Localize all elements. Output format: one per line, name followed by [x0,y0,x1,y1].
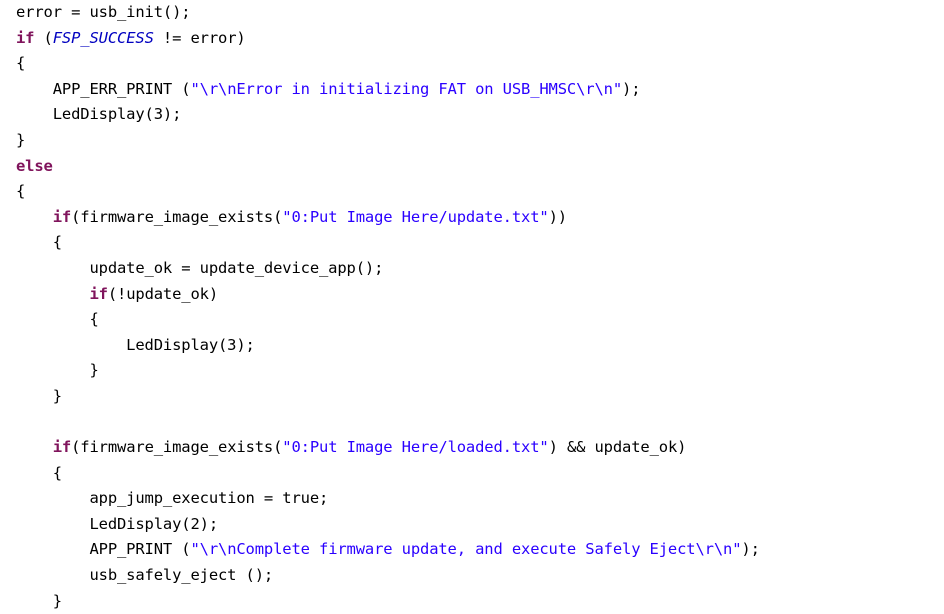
code-token-string: "0:Put Image Here/loaded.txt" [282,438,549,457]
code-token-plain: usb_safely_eject (); [16,566,274,585]
code-token-plain: error = usb_init(); [16,3,191,21]
code-token-plain: (firmware_image_exists( [71,207,283,226]
code-line[interactable]: usb_safely_eject (); [0,563,944,589]
code-token-string: "0:Put Image Here/update.txt" [282,207,549,226]
code-token-plain: ); [622,79,641,98]
code-line[interactable]: LedDisplay(3); [0,102,944,128]
code-editor-view[interactable]: error = usb_init();if (FSP_SUCCESS != er… [0,0,944,610]
code-token-plain: ) && update_ok) [548,438,687,457]
code-token-plain: { [16,182,26,201]
code-token-plain: )) [548,207,568,226]
code-line[interactable]: if(firmware_image_exists("0:Put Image He… [0,205,944,231]
code-token-plain: { [16,310,99,329]
code-token-string: "\r\nComplete firmware update, and execu… [190,540,742,559]
code-token-plain: LedDisplay(3); [16,335,255,354]
code-line[interactable]: if(firmware_image_exists("0:Put Image He… [0,435,944,461]
code-line[interactable] [0,410,944,436]
code-token-plain: } [16,130,26,149]
code-token-plain: app_jump_execution = true; [16,489,329,508]
code-token-plain: LedDisplay(3); [16,105,182,124]
code-token-plain: update_ok = update_device_app(); [16,258,384,277]
code-token-blank [16,413,25,431]
code-line[interactable]: } [0,358,944,384]
code-line[interactable]: APP_PRINT ("\r\nComplete firmware update… [0,537,944,563]
code-line[interactable]: else [0,154,944,180]
code-token-keyword: if [89,284,108,303]
code-line[interactable]: update_ok = update_device_app(); [0,256,944,282]
code-token-plain: APP_ERR_PRINT ( [16,79,191,98]
code-line[interactable]: if (FSP_SUCCESS != error) [0,26,944,52]
code-token-plain: } [16,591,62,610]
code-token-plain: != error) [153,28,246,47]
code-token-plain: { [16,233,62,252]
code-line[interactable]: APP_ERR_PRINT ("\r\nError in initializin… [0,77,944,103]
code-token-plain: { [16,54,26,73]
code-token-keyword: if [52,207,72,226]
code-token-macro: FSP_SUCCESS [52,28,154,47]
code-line[interactable]: } [0,128,944,154]
code-line[interactable]: LedDisplay(2); [0,512,944,538]
code-token-plain: (firmware_image_exists( [71,438,283,457]
code-line[interactable]: { [0,307,944,333]
code-token-plain: ( [34,28,53,47]
code-line[interactable]: } [0,384,944,410]
code-token-keyword: if [52,438,72,457]
code-line[interactable]: } [0,589,944,614]
code-token-keyword: if [16,28,35,47]
code-line[interactable]: { [0,461,944,487]
code-token-plain: } [16,386,62,405]
code-token-keyword: else [16,156,53,175]
code-line[interactable]: LedDisplay(3); [0,333,944,359]
code-line[interactable]: error = usb_init(); [0,0,944,26]
code-line[interactable]: app_jump_execution = true; [0,486,944,512]
code-line[interactable]: if(!update_ok) [0,282,944,308]
code-token-plain: { [16,463,62,482]
code-token-plain: ); [741,540,760,559]
code-line[interactable]: { [0,179,944,205]
code-token-plain: LedDisplay(2); [16,514,218,533]
code-token-string: "\r\nError in initializing FAT on USB_HM… [190,79,623,98]
code-line[interactable]: { [0,51,944,77]
code-token-plain: APP_PRINT ( [16,540,191,559]
code-token-plain: (!update_ok) [107,284,219,303]
code-line[interactable]: { [0,230,944,256]
code-token-plain: } [16,361,99,380]
